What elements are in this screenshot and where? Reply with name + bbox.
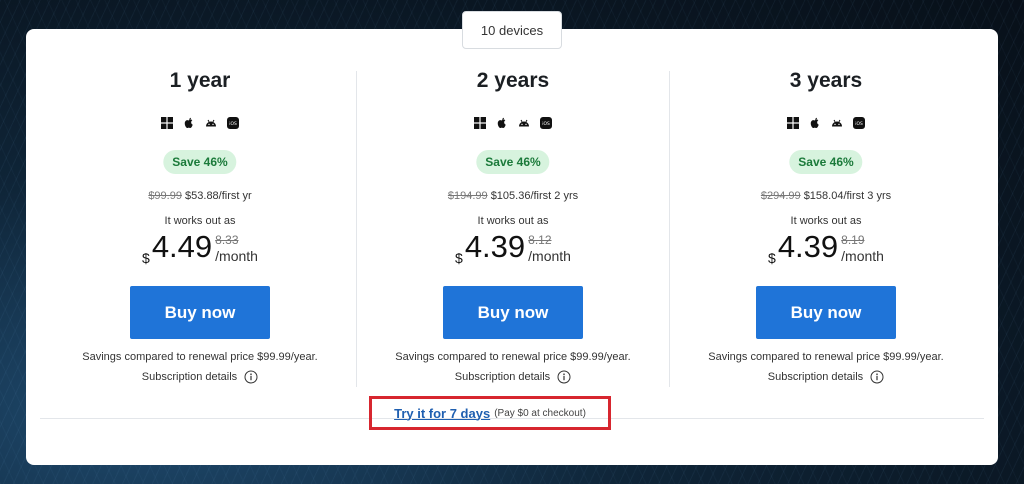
currency-symbol: $ xyxy=(768,250,776,266)
platform-icons: iOS xyxy=(44,117,356,129)
buy-now-button[interactable]: Buy now xyxy=(130,286,270,339)
subscription-details-label: Subscription details xyxy=(454,371,551,383)
android-icon xyxy=(518,117,530,129)
ios-icon: iOS xyxy=(853,117,865,129)
discount-price: $53.88/first yr xyxy=(185,190,252,202)
original-price: $294.99 xyxy=(760,190,801,202)
original-price: $99.99 xyxy=(148,190,182,202)
monthly-price: 4.49 xyxy=(151,229,213,264)
plan-title: 2 years xyxy=(476,69,550,92)
works-out-label: It works out as xyxy=(790,215,862,227)
save-badge: Save 46% xyxy=(789,150,863,174)
savings-note: Savings compared to renewal price $99.99… xyxy=(708,351,944,363)
discount-price: $105.36/first 2 yrs xyxy=(490,190,579,202)
discount-price: $158.04/first 3 yrs xyxy=(803,190,892,202)
subscription-details-label: Subscription details xyxy=(141,371,238,383)
per-month-label: /month xyxy=(528,248,571,264)
currency-symbol: $ xyxy=(142,250,150,266)
subscription-details: Subscription details xyxy=(670,370,982,384)
plan-title: 3 years xyxy=(789,69,863,92)
save-badge: Save 46% xyxy=(163,150,237,174)
try-free-trial-link[interactable]: Try it for 7 days xyxy=(394,406,490,421)
trial-highlight-box: Try it for 7 days (Pay $0 at checkout) xyxy=(369,396,611,430)
svg-text:iOS: iOS xyxy=(542,121,550,127)
plan-columns: 1 year iOS Save 46% $99.99 $53.88/first … xyxy=(26,29,998,389)
price-line: $194.99 $105.36/first 2 yrs xyxy=(357,190,669,202)
per-month-label: /month xyxy=(841,248,884,264)
monthly-was-price: 8.12 xyxy=(528,233,552,247)
ios-icon: iOS xyxy=(227,117,239,129)
currency-symbol: $ xyxy=(455,250,463,266)
subscription-details-label: Subscription details xyxy=(767,371,864,383)
plan-1-year: 1 year iOS Save 46% $99.99 $53.88/first … xyxy=(44,29,356,389)
original-price: $194.99 xyxy=(447,190,488,202)
subscription-details: Subscription details xyxy=(357,370,669,384)
apple-icon xyxy=(496,117,508,129)
android-icon xyxy=(205,117,217,129)
monthly-price-block: $ 4.39 8.12 /month xyxy=(357,229,669,266)
info-icon[interactable] xyxy=(244,370,258,384)
subscription-details: Subscription details xyxy=(44,370,356,384)
per-month-label: /month xyxy=(215,248,258,264)
buy-now-button[interactable]: Buy now xyxy=(756,286,896,339)
price-line: $99.99 $53.88/first yr xyxy=(44,190,356,202)
apple-icon xyxy=(183,117,195,129)
platform-icons: iOS xyxy=(670,117,982,129)
monthly-price-block: $ 4.49 8.33 /month xyxy=(44,229,356,266)
works-out-label: It works out as xyxy=(477,215,549,227)
info-icon[interactable] xyxy=(557,370,571,384)
trial-note: (Pay $0 at checkout) xyxy=(494,407,586,419)
buy-now-button[interactable]: Buy now xyxy=(443,286,583,339)
monthly-was-price: 8.33 xyxy=(215,233,239,247)
price-line: $294.99 $158.04/first 3 yrs xyxy=(670,190,982,202)
savings-note: Savings compared to renewal price $99.99… xyxy=(82,351,318,363)
monthly-price: 4.39 xyxy=(464,229,526,264)
info-icon[interactable] xyxy=(870,370,884,384)
monthly-price: 4.39 xyxy=(777,229,839,264)
windows-icon xyxy=(161,117,173,129)
works-out-label: It works out as xyxy=(164,215,236,227)
apple-icon xyxy=(809,117,821,129)
devices-tab[interactable]: 10 devices xyxy=(462,11,562,49)
monthly-was-price: 8.19 xyxy=(841,233,865,247)
plan-2-years: 2 years iOS Save 46% $194.99 $105.36/fir… xyxy=(357,29,669,389)
ios-icon: iOS xyxy=(540,117,552,129)
windows-icon xyxy=(474,117,486,129)
plan-title: 1 year xyxy=(169,69,231,92)
save-badge: Save 46% xyxy=(476,150,550,174)
savings-note: Savings compared to renewal price $99.99… xyxy=(395,351,631,363)
plan-3-years: 3 years iOS Save 46% $294.99 $158.04/fir… xyxy=(670,29,982,389)
platform-icons: iOS xyxy=(357,117,669,129)
svg-text:iOS: iOS xyxy=(229,121,237,127)
monthly-price-block: $ 4.39 8.19 /month xyxy=(670,229,982,266)
windows-icon xyxy=(787,117,799,129)
svg-text:iOS: iOS xyxy=(855,121,863,127)
android-icon xyxy=(831,117,843,129)
